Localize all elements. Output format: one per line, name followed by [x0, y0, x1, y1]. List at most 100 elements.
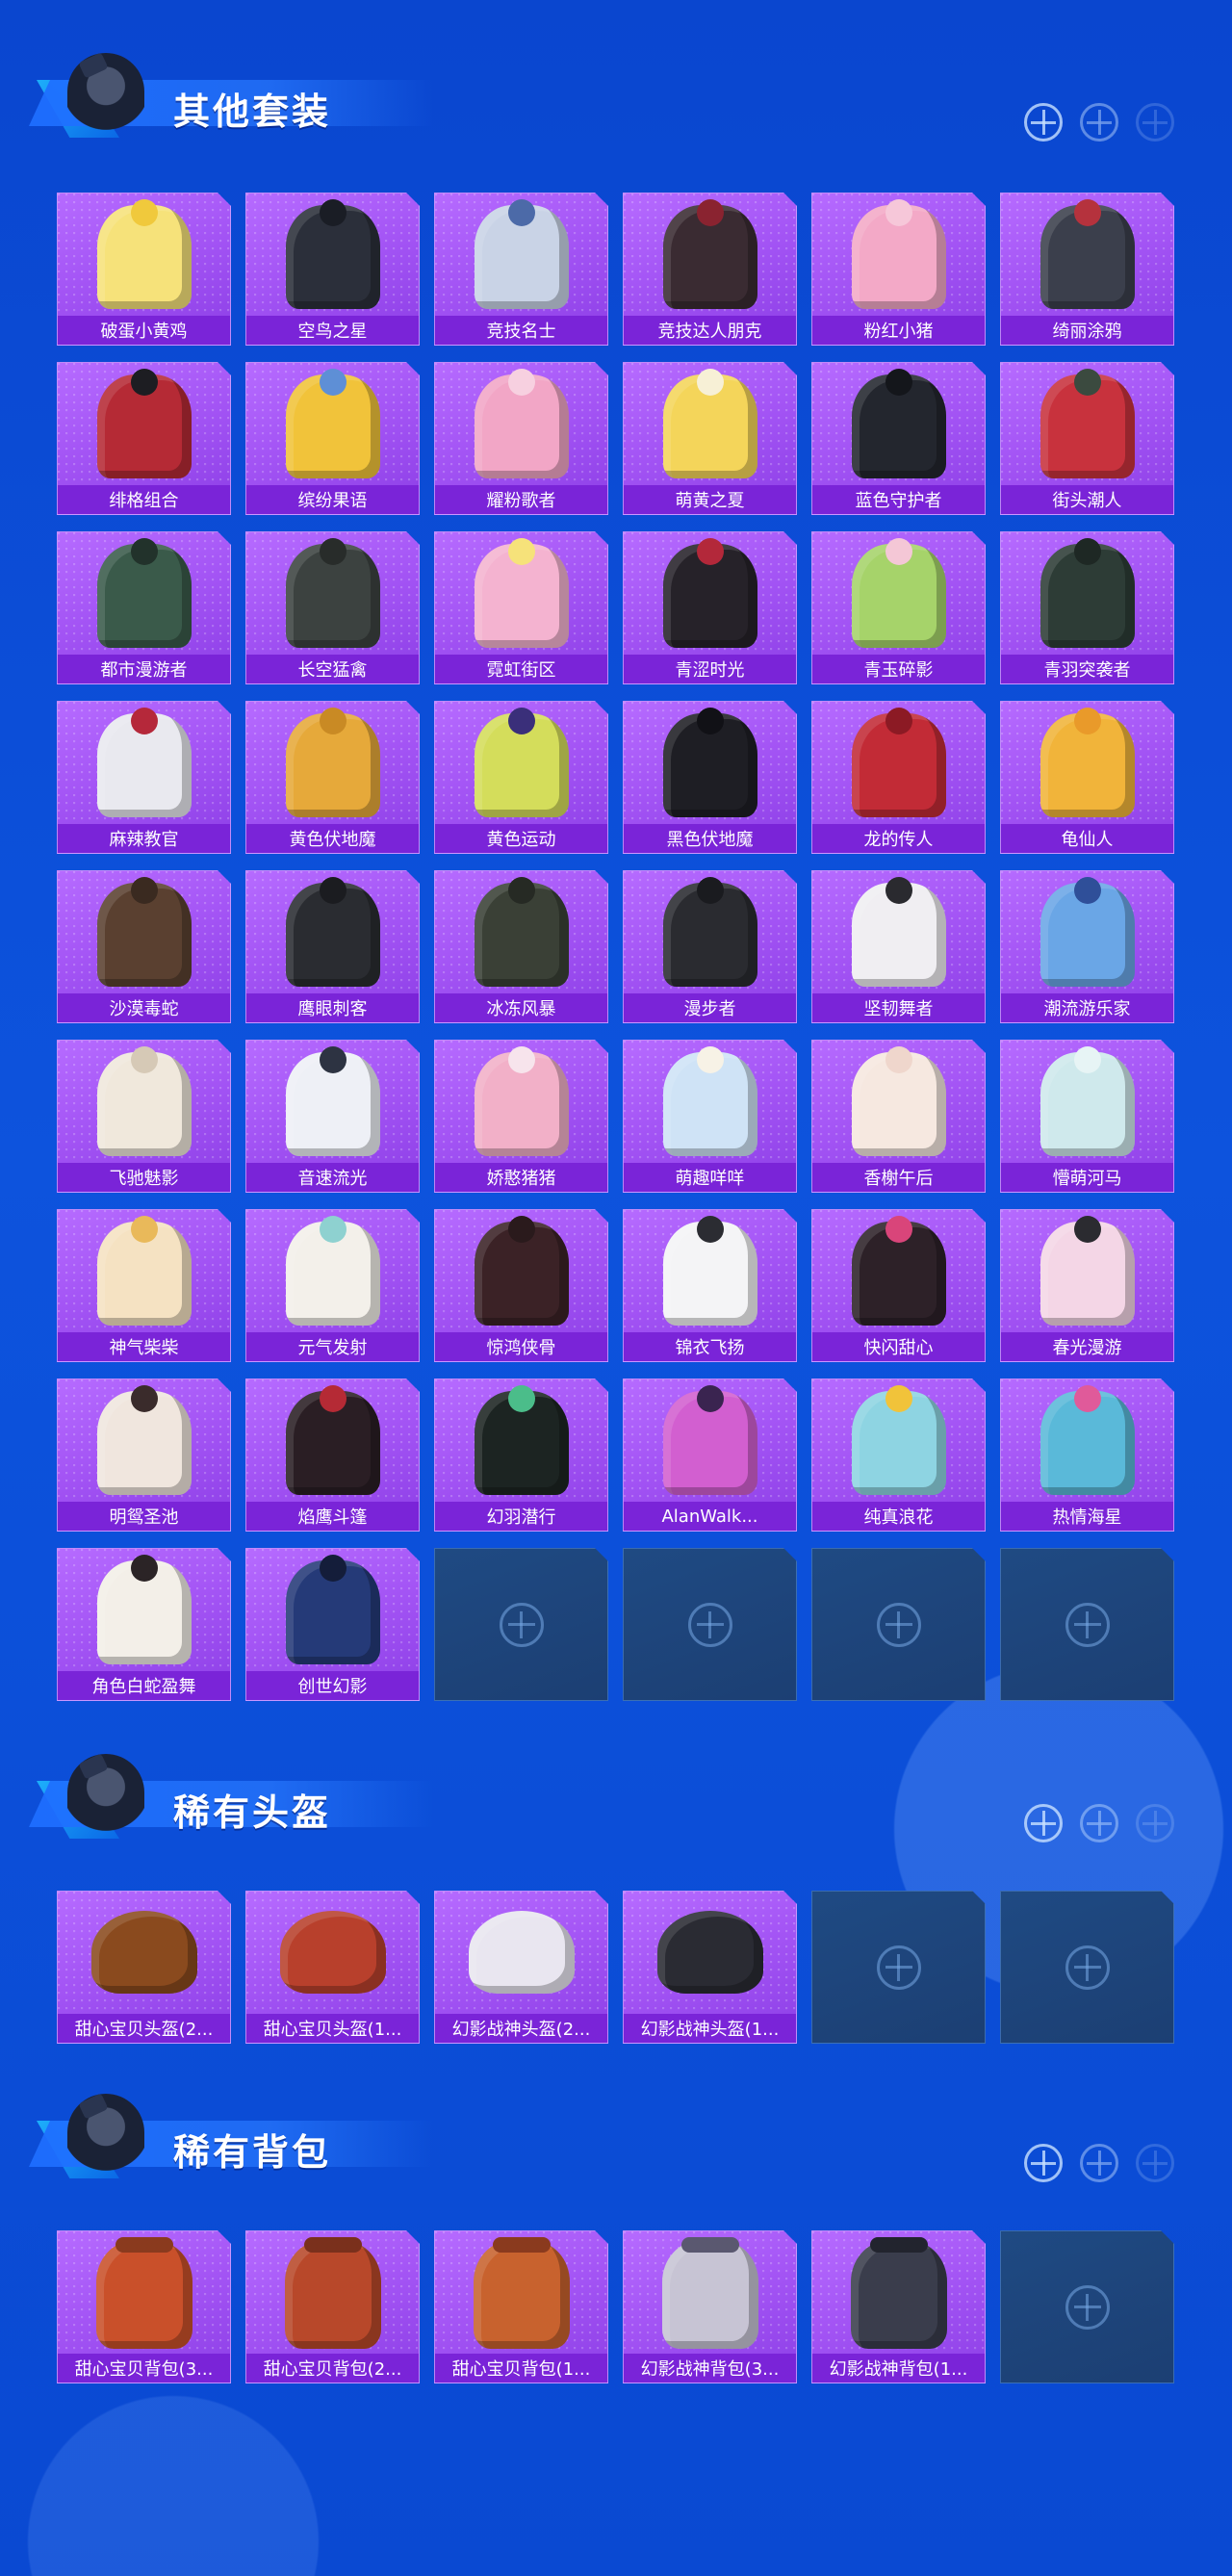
- suit-item-card[interactable]: 漫步者: [623, 870, 797, 1023]
- suit-item-card[interactable]: 快闪甜心: [811, 1209, 986, 1362]
- suit-item-card[interactable]: 惊鸿侠骨: [434, 1209, 608, 1362]
- suit-item-card[interactable]: 神气柴柴: [57, 1209, 231, 1362]
- suit-item-card[interactable]: 龟仙人: [1000, 701, 1174, 854]
- suit-item-card[interactable]: 绮丽涂鸦: [1000, 193, 1174, 346]
- suit-item-card[interactable]: AlanWalk...: [623, 1378, 797, 1532]
- suit-item-card[interactable]: 竞技名士: [434, 193, 608, 346]
- suit-item-card[interactable]: 绯格组合: [57, 362, 231, 515]
- empty-slot: [434, 1548, 608, 1701]
- crosshair-icon: [1136, 1804, 1174, 1842]
- suit-artwork: [663, 883, 757, 987]
- suit-item-card[interactable]: 音速流光: [245, 1040, 420, 1193]
- pack-artwork: [285, 2241, 381, 2349]
- item-label: AlanWalk...: [624, 1502, 796, 1531]
- suit-item-card[interactable]: 飞驰魅影: [57, 1040, 231, 1193]
- item-label: 幻影战神头盔(1...: [624, 2014, 796, 2043]
- section-header: 其他套装: [29, 43, 1232, 149]
- suit-item-card[interactable]: 明鸳圣池: [57, 1378, 231, 1532]
- section-title: 其他套装: [173, 90, 332, 133]
- crosshair-icon: [1065, 1603, 1110, 1647]
- suit-item-card[interactable]: 元气发射: [245, 1209, 420, 1362]
- crosshair-icon: [1080, 1804, 1118, 1842]
- pack-item-card[interactable]: 甜心宝贝背包(2...: [245, 2230, 420, 2383]
- suit-item-card[interactable]: 焰鹰斗篷: [245, 1378, 420, 1532]
- item-label: 快闪甜心: [812, 1332, 985, 1361]
- suit-item-card[interactable]: 长空猛禽: [245, 531, 420, 684]
- suit-item-card[interactable]: 青涩时光: [623, 531, 797, 684]
- suit-item-card[interactable]: 纯真浪花: [811, 1378, 986, 1532]
- item-label: 鹰眼刺客: [246, 993, 419, 1022]
- suit-item-card[interactable]: 霓虹街区: [434, 531, 608, 684]
- pack-item-card[interactable]: 幻影战神背包(1...: [811, 2230, 986, 2383]
- suit-item-card[interactable]: 街头潮人: [1000, 362, 1174, 515]
- suit-item-card[interactable]: 萌黄之夏: [623, 362, 797, 515]
- suit-item-card[interactable]: 都市漫游者: [57, 531, 231, 684]
- suit-artwork: [1040, 883, 1135, 987]
- suit-item-card[interactable]: 麻辣教官: [57, 701, 231, 854]
- suit-item-card[interactable]: 萌趣咩咩: [623, 1040, 797, 1193]
- suit-item-card[interactable]: 幻羽潜行: [434, 1378, 608, 1532]
- suit-artwork: [97, 883, 192, 987]
- suit-artwork: [286, 883, 380, 987]
- pack-item-card[interactable]: 甜心宝贝背包(3...: [57, 2230, 231, 2383]
- helmet-item-card[interactable]: 幻影战神头盔(2...: [434, 1891, 608, 2044]
- suit-item-card[interactable]: 缤纷果语: [245, 362, 420, 515]
- suit-item-card[interactable]: 破蛋小黄鸡: [57, 193, 231, 346]
- suit-item-card[interactable]: 龙的传人: [811, 701, 986, 854]
- item-label: 懵萌河马: [1001, 1163, 1173, 1192]
- suit-item-card[interactable]: 香榭午后: [811, 1040, 986, 1193]
- helmet-item-card[interactable]: 幻影战神头盔(1...: [623, 1891, 797, 2044]
- suit-artwork: [286, 713, 380, 817]
- item-label: 元气发射: [246, 1332, 419, 1361]
- helmet-item-card[interactable]: 甜心宝贝头盔(2...: [57, 1891, 231, 2044]
- pack-item-card[interactable]: 甜心宝贝背包(1...: [434, 2230, 608, 2383]
- section-title: 稀有头盔: [173, 1791, 332, 1834]
- suit-item-card[interactable]: 空鸟之星: [245, 193, 420, 346]
- suit-item-card[interactable]: 懵萌河马: [1000, 1040, 1174, 1193]
- suit-item-card[interactable]: 鹰眼刺客: [245, 870, 420, 1023]
- suit-item-card[interactable]: 娇憨猪猪: [434, 1040, 608, 1193]
- crosshair-icon: [1024, 103, 1063, 142]
- suit-item-card[interactable]: 黄色伏地魔: [245, 701, 420, 854]
- item-label: 冰冻风暴: [435, 993, 607, 1022]
- item-label: 空鸟之星: [246, 316, 419, 345]
- suit-item-card[interactable]: 耀粉歌者: [434, 362, 608, 515]
- crosshair-icon: [1080, 103, 1118, 142]
- suit-item-card[interactable]: 黄色运动: [434, 701, 608, 854]
- suit-artwork: [1040, 1052, 1135, 1156]
- suit-item-card[interactable]: 粉红小猪: [811, 193, 986, 346]
- item-label: 香榭午后: [812, 1163, 985, 1192]
- suit-item-card[interactable]: 冰冻风暴: [434, 870, 608, 1023]
- item-label: 绯格组合: [58, 485, 230, 514]
- suit-item-card[interactable]: 热情海星: [1000, 1378, 1174, 1532]
- item-label: 潮流游乐家: [1001, 993, 1173, 1022]
- suit-artwork: [852, 544, 946, 648]
- suit-item-card[interactable]: 黑色伏地魔: [623, 701, 797, 854]
- suit-artwork: [475, 1391, 569, 1495]
- suit-item-card[interactable]: 沙漠毒蛇: [57, 870, 231, 1023]
- suit-artwork: [97, 544, 192, 648]
- item-label: 缤纷果语: [246, 485, 419, 514]
- crosshair-icon: [500, 1603, 544, 1647]
- pack-artwork: [96, 2241, 192, 2349]
- suit-item-card[interactable]: 春光漫游: [1000, 1209, 1174, 1362]
- suit-item-card[interactable]: 竞技达人朋克: [623, 193, 797, 346]
- suit-artwork: [97, 1052, 192, 1156]
- suit-item-card[interactable]: 创世幻影: [245, 1548, 420, 1701]
- suit-artwork: [663, 713, 757, 817]
- suit-item-card[interactable]: 锦衣飞扬: [623, 1209, 797, 1362]
- suit-item-card[interactable]: 坚韧舞者: [811, 870, 986, 1023]
- suit-item-card[interactable]: 潮流游乐家: [1000, 870, 1174, 1023]
- suit-artwork: [286, 205, 380, 309]
- helmet-item-card[interactable]: 甜心宝贝头盔(1...: [245, 1891, 420, 2044]
- suit-item-card[interactable]: 青玉碎影: [811, 531, 986, 684]
- suit-artwork: [1040, 1391, 1135, 1495]
- suit-item-card[interactable]: 蓝色守护者: [811, 362, 986, 515]
- suit-item-card[interactable]: 角色白蛇盈舞: [57, 1548, 231, 1701]
- pack-item-card[interactable]: 幻影战神背包(3...: [623, 2230, 797, 2383]
- crosshair-icon: [1065, 1945, 1110, 1990]
- section-title: 稀有背包: [173, 2131, 332, 2174]
- suit-item-card[interactable]: 青羽突袭者: [1000, 531, 1174, 684]
- suit-artwork: [286, 1222, 380, 1326]
- item-label: 热情海星: [1001, 1502, 1173, 1531]
